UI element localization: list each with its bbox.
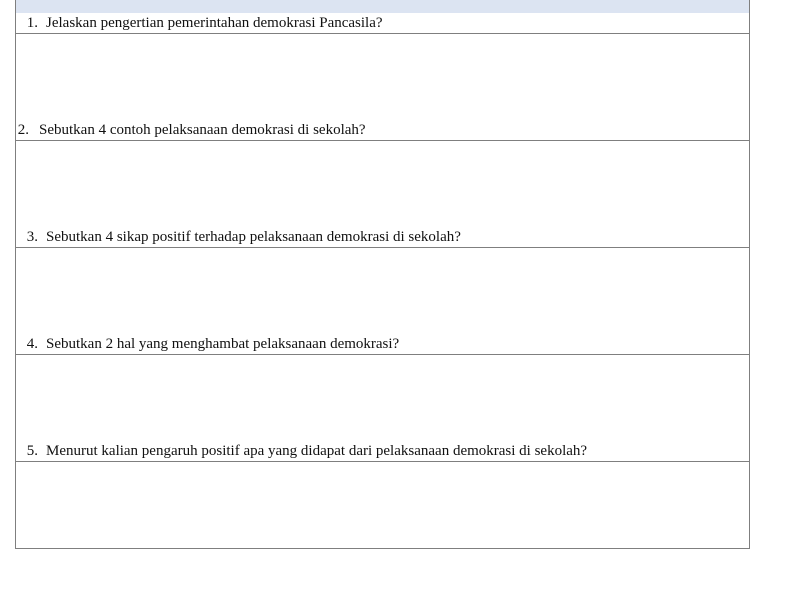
- answer-cell-4[interactable]: [16, 355, 749, 441]
- question-row-1: 1. Jelaskan pengertian pemerintahan demo…: [16, 13, 749, 34]
- question-row-2: 2. Sebutkan 4 contoh pelaksanaan demokra…: [16, 120, 749, 141]
- answer-cell-1[interactable]: [16, 34, 749, 120]
- question-table: 1. Jelaskan pengertian pemerintahan demo…: [15, 13, 750, 549]
- question-row-3: 3. Sebutkan 4 sikap positif terhadap pel…: [16, 227, 749, 248]
- question-number: 2.: [17, 121, 29, 138]
- question-block-1: 1. Jelaskan pengertian pemerintahan demo…: [16, 13, 749, 120]
- question-number: 1.: [26, 14, 38, 31]
- question-row-5: 5. Menurut kalian pengaruh positif apa y…: [16, 441, 749, 462]
- question-number: 4.: [26, 335, 38, 352]
- answer-cell-5[interactable]: [16, 462, 749, 548]
- question-text: Sebutkan 4 contoh pelaksanaan demokrasi …: [39, 121, 366, 138]
- question-row-4: 4. Sebutkan 2 hal yang menghambat pelaks…: [16, 334, 749, 355]
- question-number: 5.: [26, 442, 38, 459]
- table-header-band: [15, 0, 750, 13]
- question-block-3: 3. Sebutkan 4 sikap positif terhadap pel…: [16, 227, 749, 334]
- question-block-5: 5. Menurut kalian pengaruh positif apa y…: [16, 441, 749, 548]
- answer-cell-2[interactable]: [16, 141, 749, 227]
- answer-cell-3[interactable]: [16, 248, 749, 334]
- question-text: Sebutkan 4 sikap positif terhadap pelaks…: [46, 228, 461, 245]
- question-text: Menurut kalian pengaruh positif apa yang…: [46, 442, 588, 459]
- question-block-4: 4. Sebutkan 2 hal yang menghambat pelaks…: [16, 334, 749, 441]
- question-number: 3.: [26, 228, 38, 245]
- question-block-2: 2. Sebutkan 4 contoh pelaksanaan demokra…: [16, 120, 749, 227]
- question-text: Sebutkan 2 hal yang menghambat pelaksana…: [46, 335, 400, 352]
- question-text: Jelaskan pengertian pemerintahan demokra…: [46, 14, 383, 31]
